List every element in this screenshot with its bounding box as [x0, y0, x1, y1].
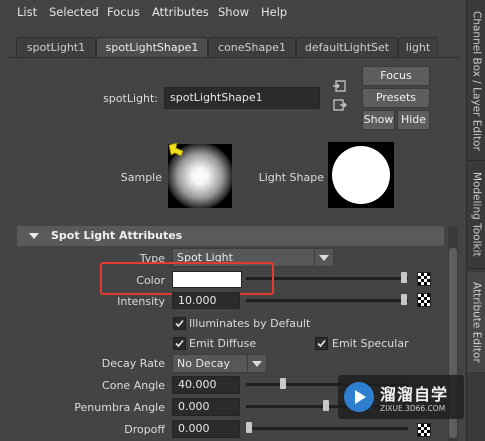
- light-shape-label: Light Shape: [258, 171, 324, 184]
- penumbra-angle-slider-handle[interactable]: [323, 400, 329, 411]
- tab-spotlightshape1[interactable]: spotLightShape1: [96, 37, 208, 57]
- cone-angle-label: Cone Angle: [102, 379, 165, 392]
- focus-button[interactable]: Focus: [362, 66, 430, 86]
- tab-channel-box-label: Channel Box / Layer Editor: [470, 11, 483, 151]
- tab-channel-box[interactable]: Channel Box / Layer Editor: [467, 2, 485, 160]
- dropoff-field[interactable]: 0.000: [172, 420, 240, 438]
- refresh-icon[interactable]: [168, 142, 186, 158]
- light-shape-swatch: [328, 142, 394, 208]
- watermark: 溜溜自学 ZIXUE.3D66.COM: [338, 375, 464, 419]
- tab-modeling-toolkit-label: Modeling Toolkit: [470, 171, 483, 257]
- cone-angle-field[interactable]: 40.000: [172, 376, 240, 394]
- illuminates-by-default-checkbox[interactable]: [173, 317, 186, 330]
- sample-label: Sample: [120, 171, 162, 184]
- dropoff-map-button[interactable]: [417, 423, 431, 437]
- menu-focus[interactable]: Focus: [107, 5, 140, 19]
- color-slider-handle[interactable]: [401, 272, 407, 283]
- intensity-map-button[interactable]: [417, 293, 431, 307]
- tab-coneshape1[interactable]: coneShape1: [208, 37, 296, 57]
- intensity-slider-handle[interactable]: [401, 294, 407, 305]
- side-divider: [467, 160, 485, 161]
- checkmark-icon: [317, 339, 326, 348]
- color-map-button[interactable]: [417, 272, 431, 286]
- emit-specular-label: Emit Specular: [332, 337, 409, 350]
- play-logo-icon: [344, 382, 374, 412]
- node-tabs: spotLight1 spotLightShape1 coneShape1 de…: [8, 37, 460, 57]
- checkmark-icon: [175, 319, 184, 328]
- tab-modeling-toolkit[interactable]: Modeling Toolkit: [467, 166, 485, 262]
- tab-underline: [8, 57, 460, 58]
- menu-selected[interactable]: Selected: [49, 5, 99, 19]
- menu-help[interactable]: Help: [261, 5, 287, 19]
- penumbra-angle-label: Penumbra Angle: [74, 401, 165, 414]
- checkmark-icon: [175, 339, 184, 348]
- node-name-field[interactable]: spotLightShape1: [164, 87, 320, 109]
- tab-spotlight1[interactable]: spotLight1: [16, 37, 96, 57]
- dropoff-label: Dropoff: [124, 423, 165, 436]
- watermark-title: 溜溜自学: [380, 385, 449, 404]
- side-tab-bar: Channel Box / Layer Editor Modeling Tool…: [466, 0, 485, 441]
- emit-diffuse-label: Emit Diffuse: [189, 337, 257, 350]
- watermark-url: ZIXUE.3D66.COM: [380, 404, 446, 413]
- output-connection-icon[interactable]: [333, 99, 347, 111]
- side-divider: [467, 268, 485, 269]
- emit-diffuse-checkbox[interactable]: [173, 337, 186, 350]
- tab-attribute-editor[interactable]: Attribute Editor: [467, 272, 485, 372]
- intensity-label: Intensity: [117, 295, 165, 308]
- type-dropdown-button: [314, 249, 333, 266]
- intensity-field[interactable]: 10.000: [172, 292, 240, 309]
- menu-bar: List Selected Focus Attributes Show Help: [0, 0, 466, 24]
- play-triangle-icon: [355, 390, 366, 404]
- decay-rate-label: Decay Rate: [101, 357, 165, 370]
- spot-light-attributes-header[interactable]: Spot Light Attributes: [17, 226, 444, 246]
- menu-attributes[interactable]: Attributes: [152, 5, 209, 19]
- illuminates-by-default-label: Illuminates by Default: [189, 317, 311, 330]
- section-title: Spot Light Attributes: [51, 229, 183, 242]
- input-connection-icon[interactable]: [333, 80, 347, 92]
- tab-defaultlightset[interactable]: defaultLightSet: [296, 37, 398, 57]
- tab-light[interactable]: light: [398, 37, 438, 57]
- menu-list[interactable]: List: [17, 5, 37, 19]
- dropoff-slider-track[interactable]: [246, 427, 408, 430]
- decay-rate-value: No Decay: [177, 357, 230, 370]
- collapse-arrow-icon: [29, 233, 39, 239]
- highlight-box: [100, 262, 274, 295]
- menu-show[interactable]: Show: [218, 5, 249, 19]
- chevron-down-icon: [319, 255, 329, 261]
- emit-specular-checkbox[interactable]: [315, 337, 328, 350]
- chevron-down-icon: [252, 361, 262, 367]
- presets-button[interactable]: Presets: [362, 88, 430, 108]
- tab-attribute-editor-label: Attribute Editor: [470, 281, 483, 363]
- cone-angle-slider-handle[interactable]: [280, 378, 286, 389]
- show-button[interactable]: Show: [362, 110, 395, 130]
- light-shape-disc: [332, 146, 390, 204]
- intensity-slider-track[interactable]: [246, 299, 408, 302]
- decay-rate-dropdown[interactable]: No Decay: [172, 354, 267, 373]
- hide-button[interactable]: Hide: [397, 110, 430, 130]
- dropoff-slider-handle[interactable]: [246, 422, 252, 433]
- decay-dropdown-button: [247, 355, 266, 372]
- node-type-label: spotLight:: [103, 92, 158, 105]
- penumbra-angle-field[interactable]: 0.000: [172, 398, 240, 416]
